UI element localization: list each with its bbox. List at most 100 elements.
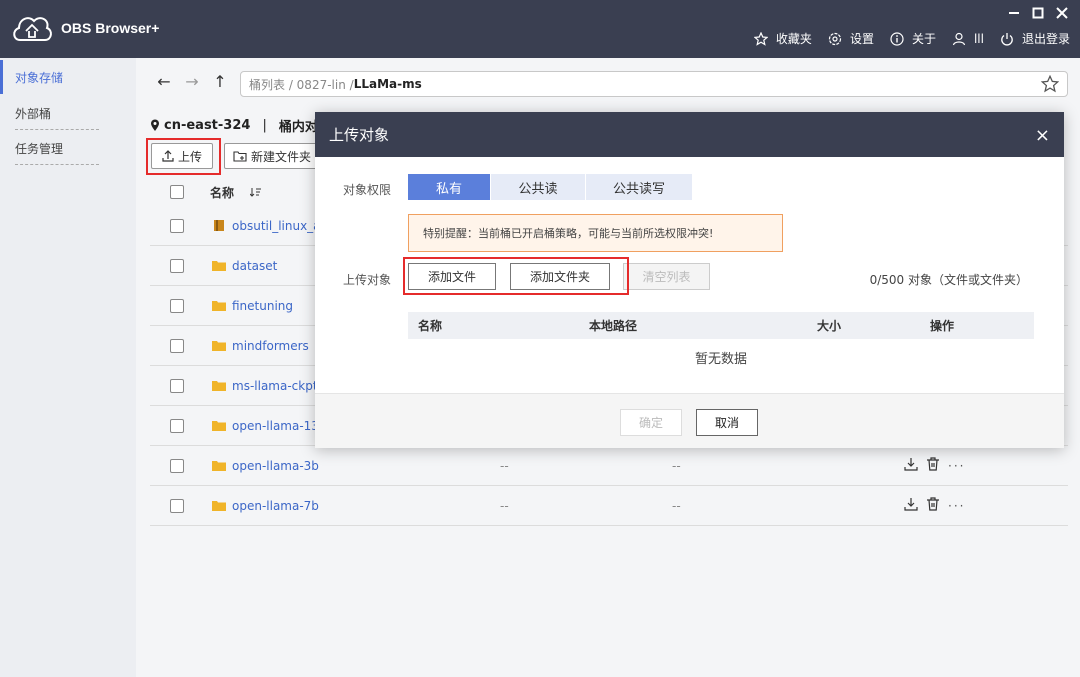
about-button[interactable]: 关于 (890, 30, 936, 47)
dialog-footer: 确定 取消 (315, 393, 1064, 448)
star-icon (1040, 74, 1060, 93)
user-icon (952, 32, 966, 45)
permission-public-read[interactable]: 公共读 (491, 174, 585, 200)
info-icon (890, 31, 904, 46)
sidebar: 对象存储 外部桶 任务管理 (0, 58, 136, 677)
object-name-link[interactable]: dataset (232, 259, 277, 273)
top-actions: 收藏夹 设置 关于 lll 退出登录 (738, 30, 1070, 47)
favorites-label: 收藏夹 (775, 32, 812, 46)
clear-list-button[interactable]: 清空列表 (623, 263, 710, 290)
row-checkbox[interactable] (170, 418, 184, 433)
bookmark-button[interactable] (1040, 74, 1060, 96)
sidebar-item-object-storage[interactable]: 对象存储 (0, 60, 136, 94)
row-checkbox[interactable] (170, 298, 184, 313)
settings-icon (828, 32, 842, 45)
cell-value: -- (672, 498, 681, 513)
row-checkbox[interactable] (170, 458, 184, 473)
upload-list-header: 名称 本地路径 大小 操作 (408, 312, 1034, 339)
nav-controls: ← → ↑ (156, 72, 228, 91)
forward-button[interactable]: → (184, 72, 200, 91)
delete-icon[interactable] (926, 497, 940, 514)
object-count: 0/500 对象（文件或文件夹） (869, 273, 1028, 287)
permission-private[interactable]: 私有 (408, 174, 490, 200)
confirm-button[interactable]: 确定 (620, 409, 682, 436)
upload-dialog: 上传对象 × 对象权限 私有 公共读 公共读写 特别提醒：当前桶已开启桶策略，可… (315, 112, 1064, 448)
column-size: 大小 (817, 319, 842, 333)
settings-button[interactable]: 设置 (828, 30, 874, 47)
column-actions: 操作 (930, 319, 955, 333)
row-checkbox[interactable] (170, 498, 184, 513)
new-folder-icon (233, 151, 247, 162)
bucket-info: cn-east-324 | 桶内对象 (150, 116, 331, 135)
location-pin-icon (151, 119, 159, 131)
maximize-button[interactable] (1030, 4, 1046, 22)
object-name-link[interactable]: obsutil_linux_ar (232, 219, 325, 233)
dialog-header: 上传对象 × (315, 112, 1064, 157)
object-name-link[interactable]: open-llama-13b (232, 419, 327, 433)
folder-icon (212, 461, 226, 471)
maximize-icon (1032, 7, 1044, 19)
row-actions: ··· (904, 457, 965, 474)
row-checkbox[interactable] (170, 378, 184, 393)
favorites-button[interactable]: 收藏夹 (753, 30, 812, 47)
region-label: cn-east-324 (164, 118, 251, 133)
dialog-title: 上传对象 (329, 126, 390, 144)
cloud-upload-icon (13, 17, 52, 41)
back-button[interactable]: ← (156, 72, 172, 91)
upload-object-label: 上传对象 (343, 273, 392, 287)
warning-banner: 特别提醒：当前桶已开启桶策略，可能与当前所选权限冲突! (408, 214, 783, 252)
folder-icon (212, 501, 226, 511)
cell-value: -- (500, 498, 509, 513)
cancel-button[interactable]: 取消 (696, 409, 758, 436)
delete-icon[interactable] (926, 457, 940, 474)
sidebar-item-label: 对象存储 (15, 70, 64, 85)
breadcrumb-current: LLaMa-ms (353, 77, 422, 91)
sidebar-item-label: 任务管理 (15, 141, 64, 156)
permission-public-read-write[interactable]: 公共读写 (586, 174, 692, 200)
close-dialog-button[interactable]: × (1035, 125, 1050, 146)
window-controls (1006, 4, 1070, 22)
app-title: OBS Browser+ (61, 20, 160, 36)
object-name-link[interactable]: ms-llama-ckpt (232, 379, 318, 393)
name-column-header[interactable]: 名称 (210, 184, 234, 201)
row-checkbox[interactable] (170, 258, 184, 273)
sidebar-divider (15, 164, 99, 165)
object-name-link[interactable]: open-llama-3b (232, 459, 319, 473)
minimize-button[interactable] (1006, 4, 1022, 22)
object-name-link[interactable]: finetuning (232, 299, 293, 313)
new-folder-button[interactable]: 新建文件夹 (224, 143, 324, 169)
close-window-button[interactable] (1054, 4, 1070, 22)
download-icon[interactable] (904, 497, 918, 514)
select-all-checkbox[interactable] (170, 185, 184, 199)
cell-value: -- (500, 458, 509, 473)
cell-value: -- (672, 458, 681, 473)
new-folder-label: 新建文件夹 (251, 149, 312, 164)
more-icon[interactable]: ··· (948, 459, 965, 473)
about-label: 关于 (911, 32, 936, 46)
star-icon (753, 31, 768, 46)
logout-label: 退出登录 (1021, 32, 1070, 46)
address-bar[interactable]: 桶列表 / 0827-lin / LLaMa-ms (240, 71, 1068, 97)
user-label: lll (973, 31, 984, 46)
row-checkbox[interactable] (170, 338, 184, 353)
file-icon (214, 220, 224, 231)
sort-icon[interactable] (250, 187, 262, 197)
object-name-link[interactable]: mindformers (232, 339, 309, 353)
table-row[interactable]: open-llama-3b -- -- ··· (150, 446, 1068, 486)
object-name-link[interactable]: open-llama-7b (232, 499, 319, 513)
folder-icon (212, 381, 226, 391)
sidebar-item-external-buckets[interactable]: 外部桶 (0, 96, 136, 130)
separator: | (262, 118, 267, 133)
up-button[interactable]: ↑ (212, 72, 228, 91)
row-actions: ··· (904, 497, 965, 514)
more-icon[interactable]: ··· (948, 499, 965, 513)
sidebar-item-task-management[interactable]: 任务管理 (0, 131, 136, 165)
logout-button[interactable]: 退出登录 (1000, 30, 1070, 47)
sidebar-item-label: 外部桶 (15, 106, 52, 121)
close-icon (1056, 7, 1068, 19)
folder-icon (212, 261, 226, 271)
row-checkbox[interactable] (170, 218, 184, 233)
user-button[interactable]: lll (952, 32, 984, 46)
table-row[interactable]: open-llama-7b -- -- ··· (150, 486, 1068, 526)
download-icon[interactable] (904, 457, 918, 474)
